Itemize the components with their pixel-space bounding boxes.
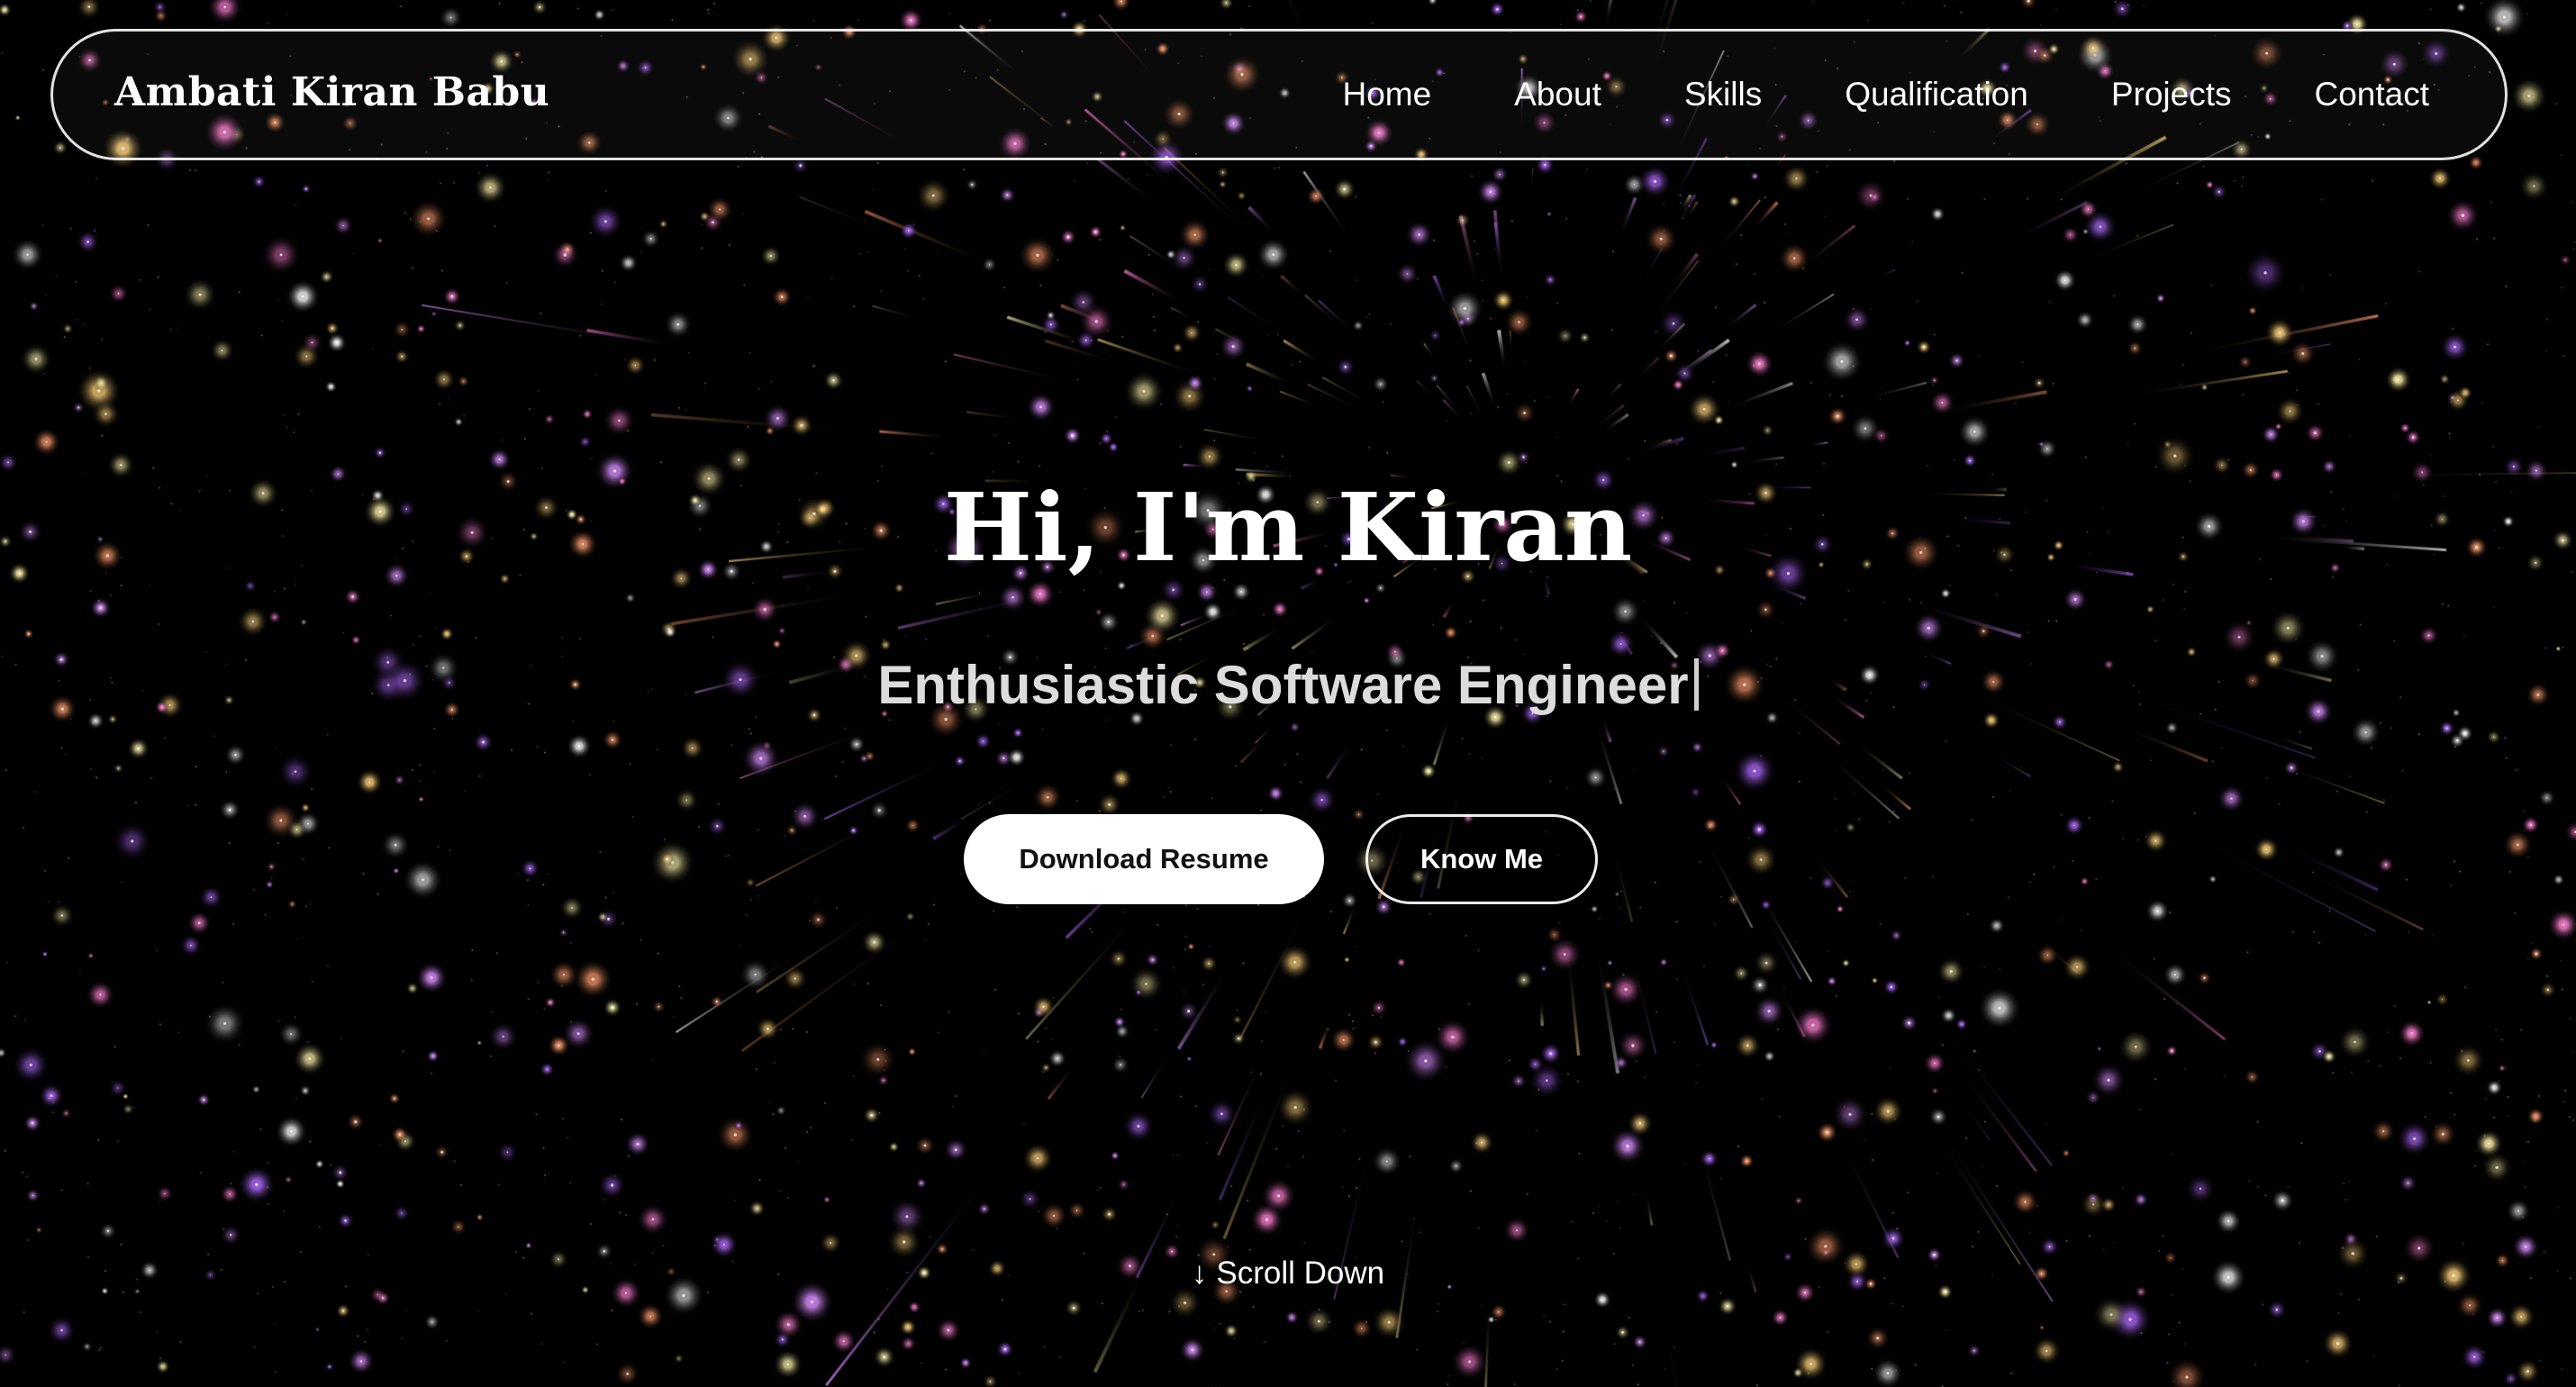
arrow-down-icon: ↓ [1191, 1256, 1208, 1291]
nav-link-skills[interactable]: Skills [1684, 76, 1762, 113]
brand-logo-text[interactable]: Ambati Kiran Babu [114, 69, 549, 115]
typing-cursor [1693, 658, 1699, 711]
nav-link-qualification[interactable]: Qualification [1845, 76, 2028, 113]
navbar: Ambati Kiran Babu Home About Skills Qual… [50, 29, 2508, 160]
nav-link-projects[interactable]: Projects [2111, 76, 2232, 113]
scroll-down-link[interactable]: ↓ Scroll Down [0, 1256, 2576, 1292]
nav-link-about[interactable]: About [1514, 76, 1601, 113]
hero-title: Hi, I'm Kiran [943, 472, 1633, 583]
hero-subtitle: Enthusiastic Software Engineer [0, 654, 2576, 716]
scroll-down-label: Scroll Down [1216, 1256, 1385, 1291]
hero-section: Hi, I'm Kiran Enthusiastic Software Engi… [0, 0, 2576, 1387]
download-resume-button[interactable]: Download Resume [964, 814, 1324, 904]
typed-subtitle-text: Enthusiastic Software Engineer [877, 655, 1689, 715]
nav-links: Home About Skills Qualification Projects… [1342, 32, 2429, 158]
nav-link-contact[interactable]: Contact [2314, 76, 2429, 113]
know-me-button[interactable]: Know Me [1365, 814, 1598, 904]
nav-link-home[interactable]: Home [1342, 76, 1431, 113]
